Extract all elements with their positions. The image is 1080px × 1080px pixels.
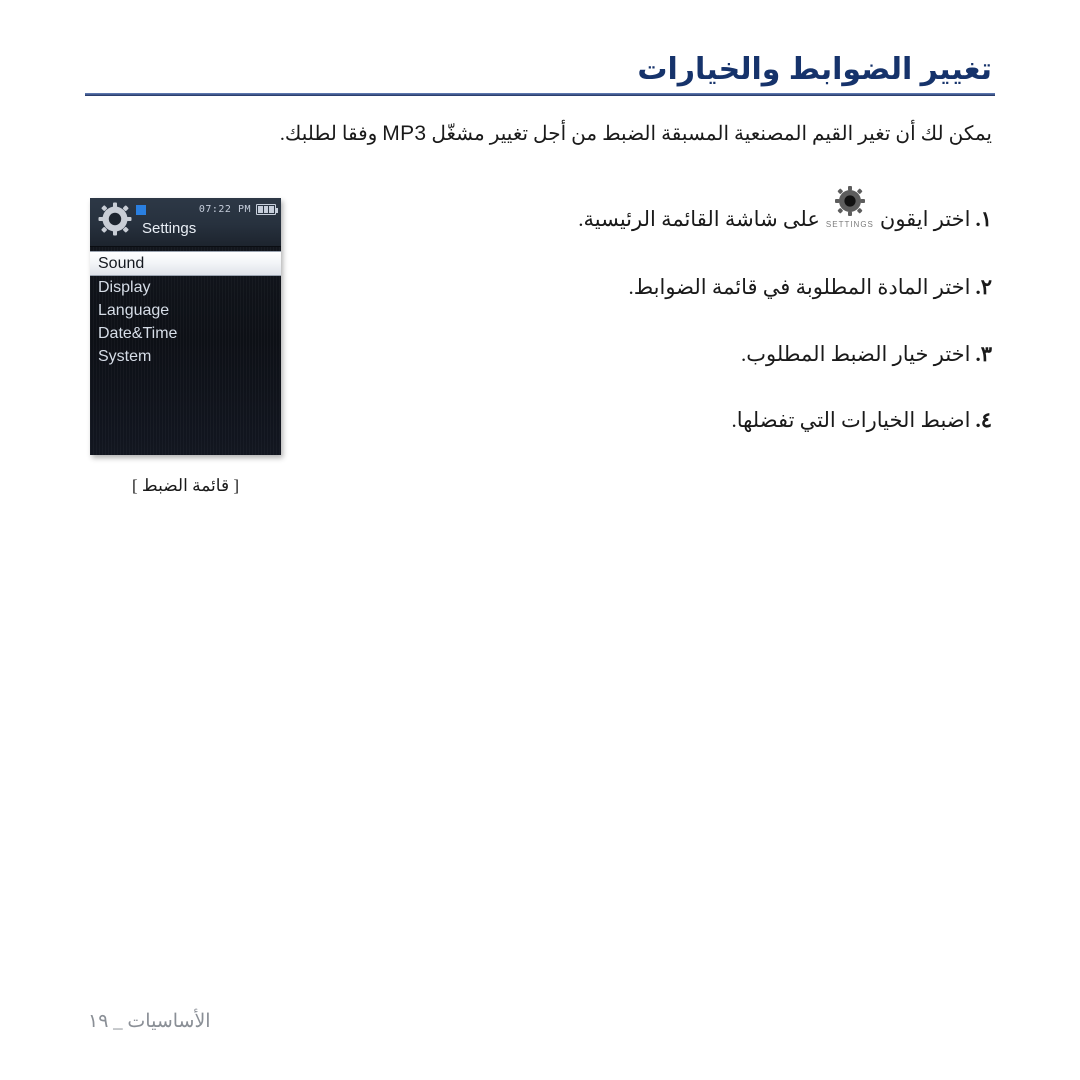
step-4-number: ٤. [975,408,992,433]
figure-caption: [ قائمة الضبط ] [132,476,239,495]
step-2-number: ٢. [975,275,992,300]
step-3-number: ٣. [975,341,992,366]
step-2-text: اختر المادة المطلوبة في قائمة الضوابط. [628,275,971,300]
step-3-text: اختر خيار الضبط المطلوب. [740,341,971,366]
step-3: ٣. اختر خيار الضبط المطلوب. [172,339,992,369]
step-4: ٤. اضبط الخيارات التي تفضلها. [172,405,992,435]
gear-icon [98,202,132,236]
step-1-text-after: على شاشة القائمة الرئيسية. [578,207,820,231]
settings-gear-icon: SETTINGS [824,186,876,230]
step-1-text-before: اختر ايقون [879,207,971,231]
status-indicator-icon [136,205,146,215]
settings-icon-caption: SETTINGS [825,220,874,229]
intro-text-before: يمكن لك أن تغير القيم المصنعية المسبقة ا… [426,123,992,145]
step-4-text: اضبط الخيارات التي تفضلها. [731,408,971,433]
intro-text-after: وفقا لطلبك. [279,123,383,145]
step-1: ١. اختر ايقون SETTINGS على شاشة القائمة … [172,182,992,234]
title-divider [85,93,995,96]
intro-product-label: MP3 [382,122,427,145]
page-footer: الأساسيات _ ١٩ [88,1011,211,1032]
page-title: تغيير الضوابط والخيارات [637,53,992,86]
step-2: ٢. اختر المادة المطلوبة في قائمة الضوابط… [172,272,992,302]
manual-page: تغيير الضوابط والخيارات يمكن لك أن تغير … [0,0,1080,1080]
instruction-steps: ١. اختر ايقون SETTINGS على شاشة القائمة … [172,182,992,436]
intro-paragraph: يمكن لك أن تغير القيم المصنعية المسبقة ا… [82,118,992,150]
step-1-number: ١. [975,207,992,231]
